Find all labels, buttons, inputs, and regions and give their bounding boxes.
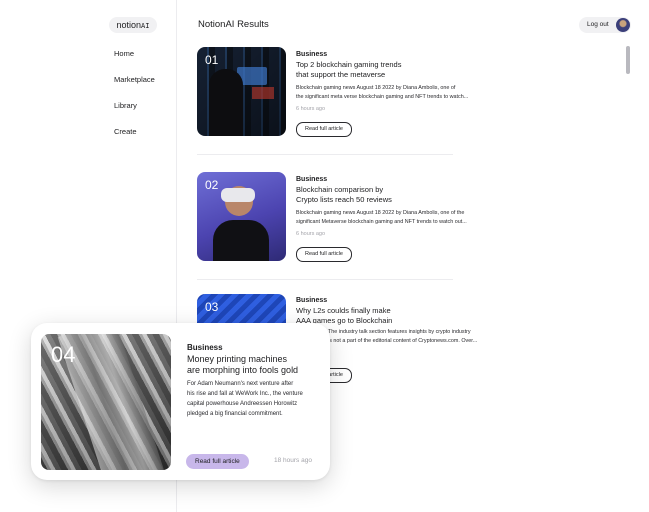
read-full-article-button[interactable]: Read full article <box>296 122 352 137</box>
excerpt-line: capital powerhouse Andreessen Horowitz <box>187 401 298 407</box>
article-category: Business <box>296 51 328 58</box>
article-card: 02 Business Blockchain comparison by Cry… <box>197 172 467 262</box>
logo-text: notion <box>116 20 142 30</box>
article-number: 02 <box>205 178 219 192</box>
sidebar-nav: Home Marketplace Library Create <box>114 48 155 152</box>
logout-button[interactable]: Log out <box>579 17 631 33</box>
divider <box>197 154 453 155</box>
logout-label: Log out <box>587 21 609 28</box>
excerpt-line: The industry talk section features insig… <box>328 329 471 335</box>
featured-thumbnail[interactable]: 04 <box>41 334 171 470</box>
article-card: 01 Business Top 2 blockchain gaming tren… <box>197 47 468 137</box>
excerpt-line: pledged a big financial commitment. <box>187 411 283 417</box>
page-title: NotionAI Results <box>198 19 269 30</box>
featured-read-full-article-button[interactable]: Read full article <box>186 454 249 469</box>
featured-excerpt: For Adam Neumann's next venture after hi… <box>187 379 322 419</box>
read-full-article-button[interactable]: Read full article <box>296 247 352 262</box>
headline-line: are morphing into fools gold <box>187 365 299 375</box>
featured-category: Business <box>187 343 223 352</box>
featured-number: 04 <box>51 342 76 367</box>
excerpt-line: is not a part of the editorial content o… <box>328 338 478 344</box>
featured-article-card[interactable]: 04 Business Money printing machines are … <box>31 323 330 480</box>
logo-suffix: AI <box>141 22 150 30</box>
article-excerpt: Blockchain gaming news August 18 2022 by… <box>296 209 516 227</box>
article-excerpt: Blockchain gaming news August 18 2022 by… <box>296 84 516 102</box>
featured-timestamp: 18 hours ago <box>274 457 312 464</box>
sidebar-item-library[interactable]: Library <box>114 100 155 126</box>
excerpt-line: his rise and fall at WeWork Inc., the ve… <box>187 391 303 397</box>
person-body <box>213 220 269 261</box>
headline-line: Blockchain comparison by <box>296 185 384 194</box>
article-number: 03 <box>205 300 219 314</box>
excerpt-line: Blockchain gaming news August 18 2022 by… <box>296 85 456 91</box>
headline-line: Why L2s coulds finally make <box>296 306 391 315</box>
article-headline[interactable]: Blockchain comparison by Crypto lists re… <box>296 185 446 205</box>
headline-line: Top 2 blockchain gaming trends <box>296 60 402 69</box>
article-number: 01 <box>205 53 219 67</box>
excerpt-line: For Adam Neumann's next venture after <box>187 381 294 387</box>
headline-line: that support the metaverse <box>296 70 386 79</box>
excerpt-line: Blockchain gaming news August 18 2022 by… <box>296 210 465 216</box>
article-category: Business <box>296 176 328 183</box>
article-thumbnail[interactable]: 02 <box>197 172 286 261</box>
avatar[interactable] <box>616 18 630 32</box>
screen-glow <box>252 87 274 99</box>
gamer-silhouette <box>209 69 243 136</box>
excerpt-line: the significant meta verse blockchain ga… <box>296 94 469 100</box>
scrollbar-thumb[interactable] <box>626 46 630 74</box>
app-logo[interactable]: notionAI <box>109 17 157 33</box>
article-timestamp: 6 hours ago <box>296 231 326 237</box>
article-timestamp: 6 hours ago <box>296 106 326 112</box>
headline-line: Money printing machines <box>187 354 288 364</box>
featured-headline[interactable]: Money printing machines are morphing int… <box>187 354 322 376</box>
sidebar-item-create[interactable]: Create <box>114 126 155 152</box>
sidebar-item-marketplace[interactable]: Marketplace <box>114 74 155 100</box>
article-excerpt: The industry talk section features insig… <box>328 328 518 346</box>
headline-line: Crypto lists reach 50 reviews <box>296 195 392 204</box>
article-category: Business <box>296 297 328 304</box>
excerpt-line: significant Metaverse blockchain gaming … <box>296 219 467 225</box>
divider <box>197 279 453 280</box>
sidebar-item-home[interactable]: Home <box>114 48 155 74</box>
vr-headset <box>221 188 255 202</box>
article-thumbnail[interactable]: 01 <box>197 47 286 136</box>
article-headline[interactable]: Top 2 blockchain gaming trends that supp… <box>296 60 446 80</box>
